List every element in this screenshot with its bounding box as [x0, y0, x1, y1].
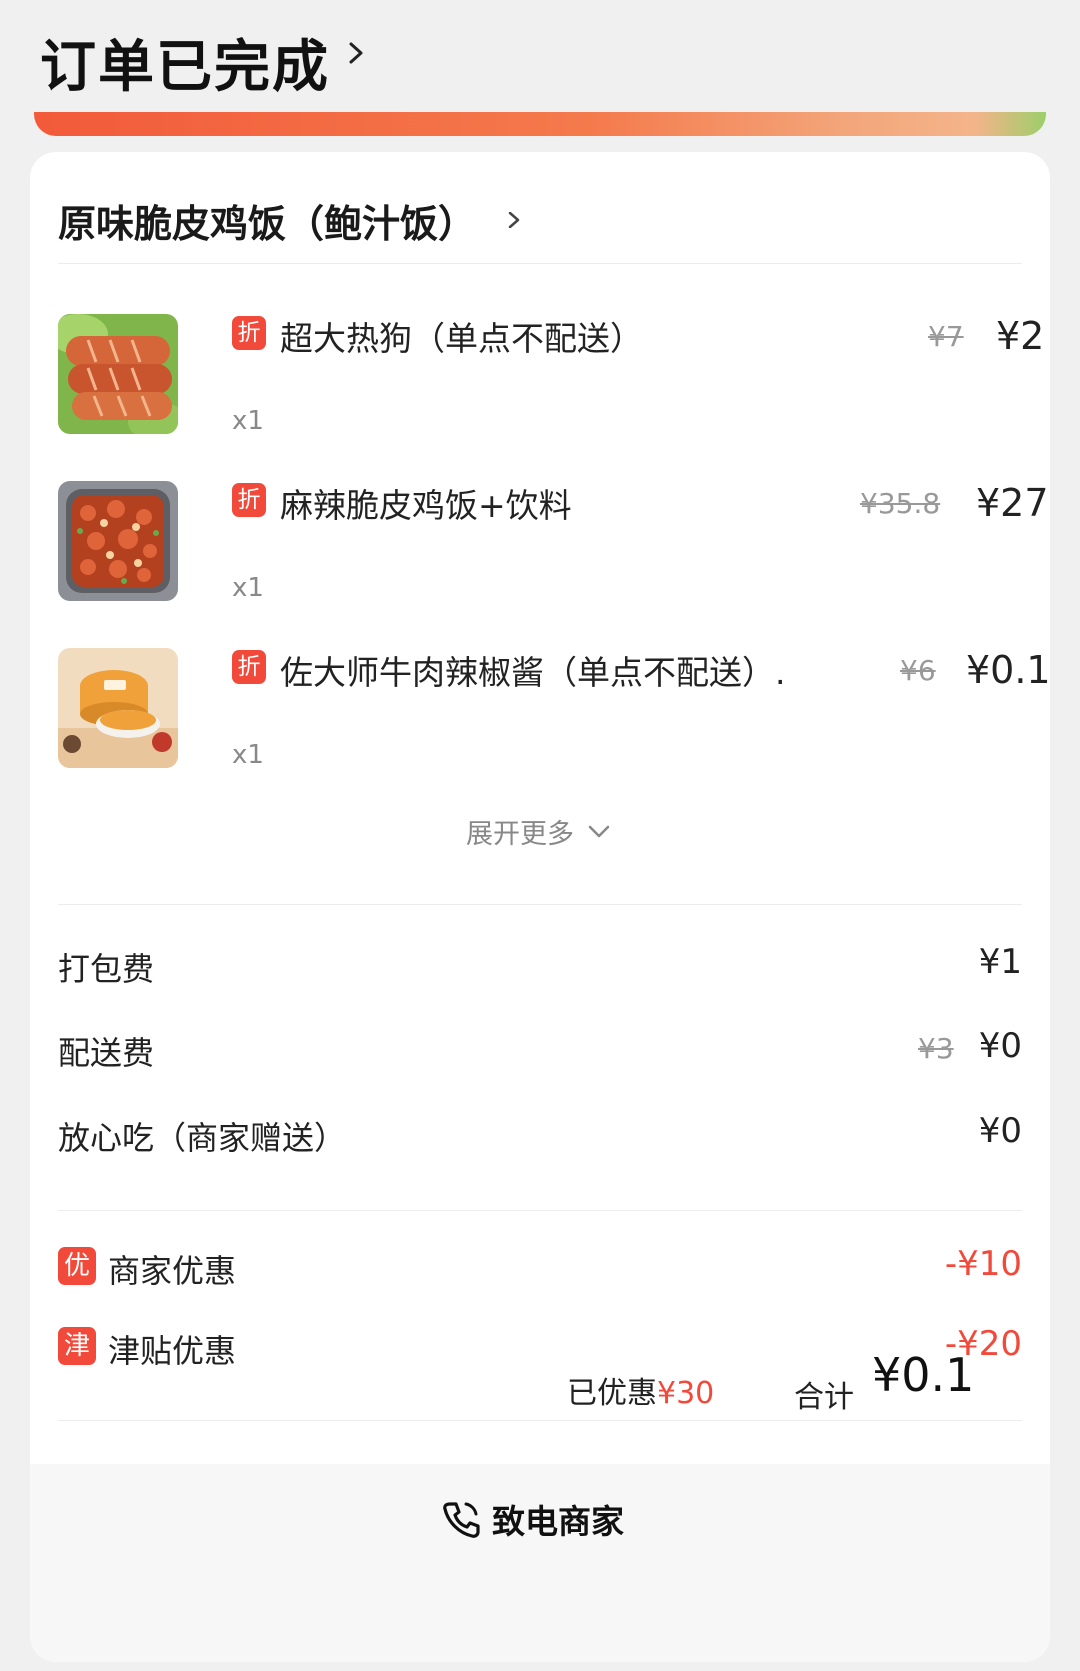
- divider: [58, 1210, 1022, 1211]
- call-merchant-button[interactable]: 致电商家: [440, 1484, 624, 1554]
- list-item[interactable]: 折 佐大师牛肉辣椒酱（单点不配送）. x1 ¥6 ¥0.1: [58, 648, 1050, 770]
- item-name: 佐大师牛肉辣椒酱（单点不配送）.: [280, 653, 786, 692]
- discount-type-badge: 优: [58, 1247, 96, 1285]
- fee-value: ¥0: [978, 1026, 1022, 1066]
- item-quantity: x1: [232, 740, 264, 770]
- fee-label: 配送费: [58, 1034, 155, 1072]
- discount-label: 津贴优惠: [108, 1332, 237, 1370]
- discount-badge: 折: [232, 650, 266, 684]
- call-merchant-label: 致电商家: [492, 1502, 624, 1541]
- fee-value: ¥0: [978, 1111, 1022, 1151]
- call-bar: 致电商家: [30, 1464, 1050, 1662]
- fee-value: ¥1: [978, 942, 1022, 982]
- item-original-price: ¥35.8: [860, 487, 941, 520]
- expand-more-button[interactable]: 展开更多: [466, 812, 610, 851]
- chevron-right-icon: [508, 212, 520, 228]
- total-label: 合计: [794, 1380, 854, 1415]
- item-price: ¥2: [996, 314, 1045, 358]
- divider: [58, 904, 1022, 905]
- discount-badge: 折: [232, 316, 266, 350]
- item-original-price: ¥6: [900, 654, 936, 687]
- discount-value: -¥10: [944, 1244, 1022, 1284]
- expand-more-label: 展开更多: [466, 819, 574, 850]
- item-quantity: x1: [232, 406, 264, 436]
- divider: [58, 263, 1022, 264]
- saved-amount: 已优惠¥30: [567, 1368, 714, 1412]
- fee-original: ¥3: [918, 1032, 954, 1065]
- store-name: 原味脆皮鸡饭（鲍汁饭）: [58, 201, 477, 246]
- fee-label: 打包费: [58, 950, 155, 988]
- item-price: ¥27: [976, 481, 1049, 525]
- item-name: 麻辣脆皮鸡饭+饮料: [280, 486, 572, 525]
- chevron-down-icon: [588, 825, 610, 837]
- phone-icon: [443, 1502, 480, 1538]
- discount-badge: 折: [232, 483, 266, 517]
- item-image-spicy-chicken-rice: [58, 481, 178, 601]
- discount-label: 商家优惠: [108, 1252, 237, 1290]
- item-image-hotdog: [58, 314, 178, 434]
- total-value: ¥0.1: [872, 1348, 975, 1402]
- saved-label: 已优惠: [567, 1376, 657, 1411]
- item-price: ¥0.1: [966, 648, 1050, 692]
- order-header: 订单已完成: [0, 0, 1080, 122]
- item-original-price: ¥7: [928, 320, 964, 353]
- item-image-chili-sauce: [58, 648, 178, 768]
- list-item[interactable]: 折 麻辣脆皮鸡饭+饮料 x1 ¥35.8 ¥27: [58, 481, 1049, 603]
- item-quantity: x1: [232, 573, 264, 603]
- saved-value: ¥30: [657, 1376, 715, 1411]
- discount-type-badge: 津: [58, 1327, 96, 1365]
- item-name: 超大热狗（单点不配送）: [280, 319, 643, 358]
- promo-banner[interactable]: [34, 112, 1046, 136]
- divider: [58, 1420, 1022, 1421]
- chevron-right-icon[interactable]: [345, 42, 367, 64]
- store-row[interactable]: 原味脆皮鸡饭（鲍汁饭）: [58, 190, 522, 250]
- list-item[interactable]: 折 超大热狗（单点不配送） x1 ¥7 ¥2: [58, 314, 1044, 436]
- order-detail-card: 原味脆皮鸡饭（鲍汁饭） 折 超大热狗（单点不配送） x1 ¥7 ¥2 折 麻辣脆…: [30, 152, 1050, 1662]
- fee-label: 放心吃（商家赠送）: [58, 1119, 347, 1157]
- order-status-title[interactable]: 订单已完成: [40, 22, 330, 103]
